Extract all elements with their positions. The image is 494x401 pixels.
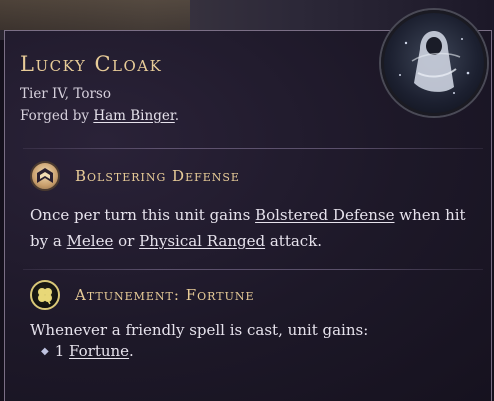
fortune-amount: 1	[54, 342, 65, 360]
section-divider	[23, 269, 483, 270]
section-divider	[23, 148, 483, 149]
diamond-bullet-icon: ◆	[41, 346, 49, 357]
melee-link[interactable]: Melee	[67, 232, 114, 250]
forged-by-line: Forged by Ham Binger.	[20, 108, 179, 124]
ability-description-attunement: Whenever a friendly spell is cast, unit …	[30, 321, 369, 339]
ability-title-attunement-fortune: Attunement: Fortune	[75, 286, 255, 304]
ability-description-bolstering-defense: Once per turn this unit gains Bolstered …	[30, 202, 470, 254]
fortune-bullet: ◆ 1 Fortune.	[41, 342, 134, 360]
fortune-link[interactable]: Fortune	[69, 342, 129, 360]
bolstered-defense-link[interactable]: Bolstered Defense	[255, 206, 394, 224]
background-parchment	[0, 0, 190, 30]
desc-text: attack.	[265, 232, 323, 250]
ability-title-bolstering-defense: Bolstering Defense	[75, 167, 240, 185]
physical-ranged-link[interactable]: Physical Ranged	[139, 232, 265, 250]
forged-prefix: Forged by	[20, 108, 94, 124]
desc-text: Once per turn this unit gains	[30, 206, 256, 224]
item-tier-slot: Tier IV, Torso	[20, 86, 111, 102]
forged-suffix: .	[174, 108, 180, 124]
desc-text: or	[113, 232, 140, 250]
item-portrait-cloak-icon	[381, 10, 487, 116]
shield-chevron-icon	[30, 161, 60, 191]
clover-icon	[30, 280, 60, 310]
forger-name-link[interactable]: Ham Binger	[93, 108, 174, 124]
bullet-suffix: .	[129, 342, 134, 360]
item-name: Lucky Cloak	[20, 52, 163, 76]
